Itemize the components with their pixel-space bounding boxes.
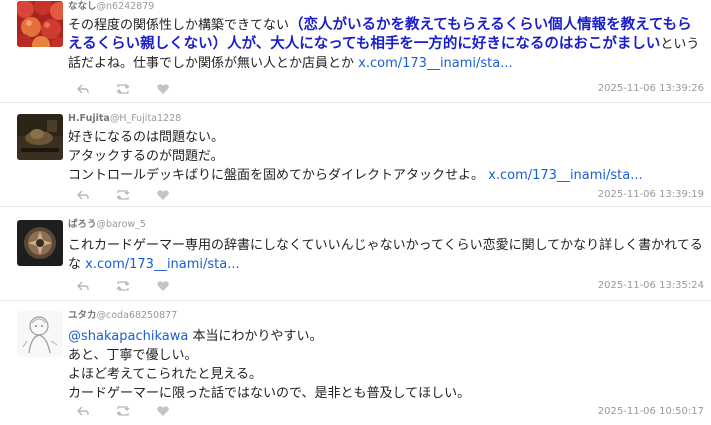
like-icon[interactable] xyxy=(156,404,170,418)
tweet-text: これカードゲーマー専用の辞書にしなくていいんじゃないかってくらい恋愛に関してかな… xyxy=(68,238,703,272)
retweet-icon[interactable] xyxy=(116,188,130,202)
mention-link[interactable]: @shakapachikawa xyxy=(68,329,188,344)
tweet-actions xyxy=(76,188,170,202)
timestamp[interactable]: 2025-11-06 13:35:24 xyxy=(598,280,704,291)
sketch-character-avatar-icon[interactable] xyxy=(17,311,63,357)
reply-icon[interactable] xyxy=(76,404,90,418)
like-icon[interactable] xyxy=(156,279,170,293)
reply-icon[interactable] xyxy=(76,188,90,202)
tweet-text: その程度の関係性しか構築できてない（恋人がいるかを教えてもらえるくらい個人情報を… xyxy=(68,17,700,71)
tweet-link[interactable]: x.com/173__inami/sta... xyxy=(358,56,513,71)
timestamp[interactable]: 2025-11-06 10:50:17 xyxy=(598,406,704,417)
tweet-actions xyxy=(76,279,170,293)
tweet-feed: ななし@n6242879 その程度の関係性しか構築できてない（恋人がいるかを教え… xyxy=(0,0,711,425)
user-handle[interactable]: @coda68250877 xyxy=(97,310,178,321)
tweet-item: ななし@n6242879 その程度の関係性しか構築できてない（恋人がいるかを教え… xyxy=(0,0,711,103)
display-name[interactable]: ユタカ xyxy=(68,310,97,321)
like-icon[interactable] xyxy=(156,188,170,202)
retweet-icon[interactable] xyxy=(116,404,130,418)
timestamp[interactable]: 2025-11-06 13:39:19 xyxy=(598,189,704,200)
user-handle[interactable]: @n6242879 xyxy=(97,1,155,12)
timestamp[interactable]: 2025-11-06 13:39:26 xyxy=(598,83,704,94)
tweet-actions xyxy=(76,82,170,96)
apples-avatar-icon[interactable] xyxy=(17,1,63,47)
like-icon[interactable] xyxy=(156,82,170,96)
retweet-icon[interactable] xyxy=(116,279,130,293)
tweet-link[interactable]: x.com/173__inami/sta... xyxy=(85,257,240,272)
user-handle[interactable]: @barow_5 xyxy=(97,219,146,230)
display-name[interactable]: ぱろう xyxy=(68,219,97,230)
tweet-item: H.Fujita@H_Fujita1228 好きになるのは問題ない。 アタックす… xyxy=(0,102,711,207)
tweet-actions xyxy=(76,404,170,418)
tweet-author[interactable]: ぱろう@barow_5 xyxy=(68,219,146,231)
tweet-link[interactable]: x.com/173__inami/sta... xyxy=(488,168,643,183)
dark-photo-avatar-icon[interactable] xyxy=(17,114,63,160)
display-name[interactable]: H.Fujita xyxy=(68,113,110,124)
reply-icon[interactable] xyxy=(76,82,90,96)
emblem-avatar-icon[interactable] xyxy=(17,220,63,266)
tweet-item: ユタカ@coda68250877 @shakapachikawa 本当にわかりや… xyxy=(0,300,711,425)
tweet-author[interactable]: ユタカ@coda68250877 xyxy=(68,310,177,322)
tweet-text: @shakapachikawa 本当にわかりやすい。 あと、丁寧で優しい。 よほ… xyxy=(68,329,471,401)
user-handle[interactable]: @H_Fujita1228 xyxy=(110,113,181,124)
tweet-author[interactable]: ななし@n6242879 xyxy=(68,1,154,13)
reply-icon[interactable] xyxy=(76,279,90,293)
tweet-author[interactable]: H.Fujita@H_Fujita1228 xyxy=(68,113,181,125)
retweet-icon[interactable] xyxy=(116,82,130,96)
tweet-item: ぱろう@barow_5 これカードゲーマー専用の辞書にしなくていいんじゃないかっ… xyxy=(0,206,711,301)
tweet-text: 好きになるのは問題ない。 アタックするのが問題だ。 コントロールデッキばりに盤面… xyxy=(68,130,643,183)
display-name[interactable]: ななし xyxy=(68,1,97,12)
